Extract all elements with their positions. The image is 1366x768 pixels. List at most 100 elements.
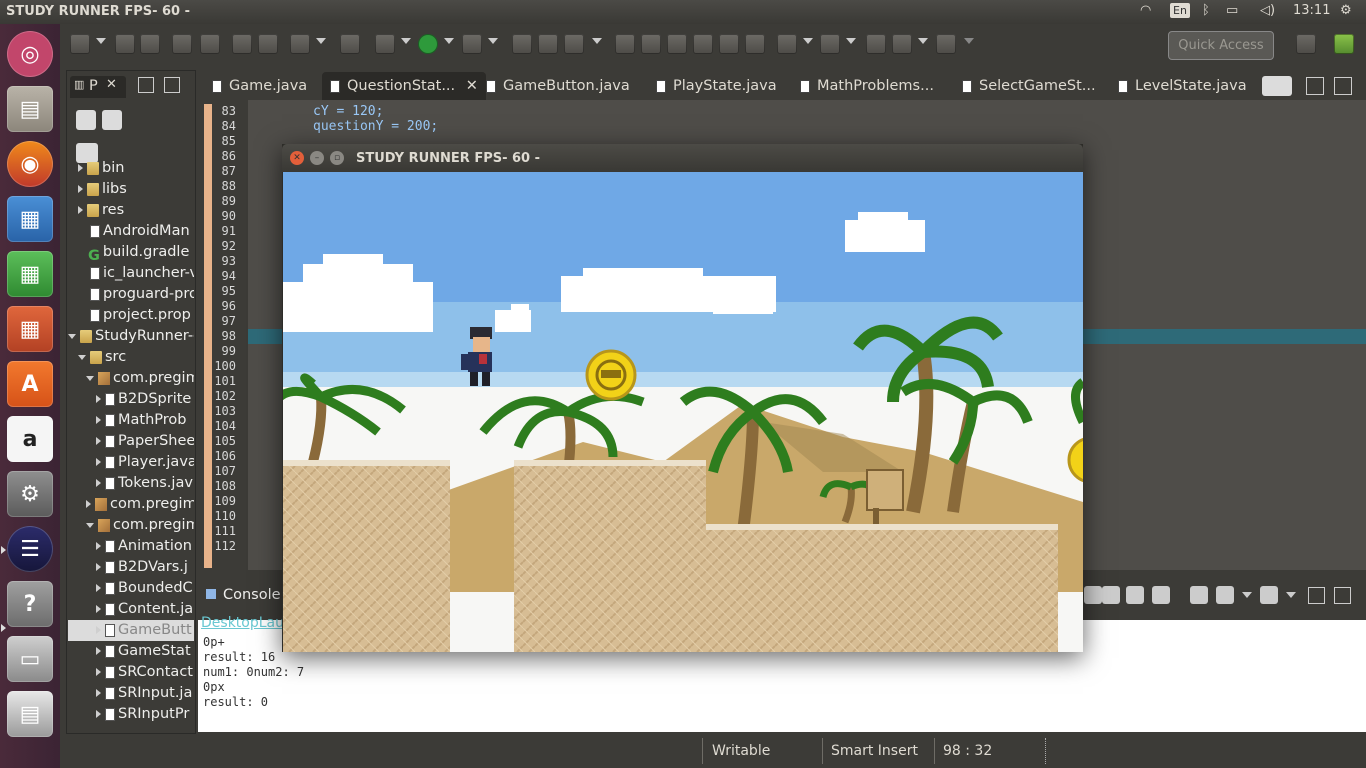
clock[interactable]: 13:11 (1293, 3, 1330, 18)
editor-tab[interactable]: QuestionStat... ✕ (322, 72, 486, 100)
tree-item[interactable]: com.pregim (68, 368, 194, 389)
bluetooth-icon[interactable]: ᛒ (1202, 3, 1210, 18)
chevron-right-icon[interactable] (96, 542, 101, 550)
maximize-editor-button[interactable] (1334, 77, 1352, 95)
editor-tab[interactable]: SelectGameSt... (954, 72, 1104, 100)
amazon-icon[interactable]: a (7, 416, 53, 462)
chevron-right-icon[interactable] (86, 500, 91, 508)
checklist-icon[interactable] (290, 34, 310, 54)
coin-token[interactable] (585, 349, 637, 401)
chevron-right-icon[interactable] (78, 164, 83, 172)
debug-icon[interactable] (375, 34, 395, 54)
back-arrow-icon[interactable] (892, 34, 912, 54)
view-menu-icon[interactable] (140, 110, 160, 130)
maximize-window-button[interactable]: ▫ (330, 151, 344, 165)
tree-item[interactable]: AndroidMan (68, 221, 194, 242)
tree-item[interactable]: GameStat (68, 641, 194, 662)
close-icon[interactable]: ✕ (106, 77, 117, 92)
settings-icon[interactable]: ⚙ (7, 471, 53, 517)
external-tools-icon[interactable] (462, 34, 482, 54)
display-console-icon[interactable] (1126, 586, 1144, 604)
tree-item[interactable]: Player.java (68, 452, 194, 473)
new-icon[interactable] (70, 34, 90, 54)
tree-item[interactable]: src (68, 347, 194, 368)
chevron-right-icon[interactable] (96, 584, 101, 592)
editor-tab[interactable]: MathProblems... (792, 72, 942, 100)
collapse-all-icon[interactable] (76, 110, 96, 130)
drive-icon[interactable]: ▭ (7, 636, 53, 682)
tree-item[interactable]: libs (68, 179, 194, 200)
tree-item[interactable]: B2DVars.j (68, 557, 194, 578)
search-icon[interactable] (615, 34, 635, 54)
keyboard-language-indicator[interactable]: En (1170, 3, 1190, 18)
chevron-down-icon[interactable] (964, 38, 974, 44)
chevron-down-icon[interactable] (1242, 592, 1252, 598)
minimize-editor-button[interactable] (1306, 77, 1324, 95)
chevron-down-icon[interactable] (86, 522, 94, 528)
tree-item[interactable]: Tokens.jav (68, 473, 194, 494)
forward-arrow-icon[interactable] (936, 34, 956, 54)
open-task-icon[interactable] (564, 34, 584, 54)
avd-manager-icon[interactable] (258, 34, 278, 54)
run-icon[interactable] (418, 34, 438, 54)
code-line[interactable]: cY = 120; (313, 104, 383, 119)
help-icon[interactable]: ? (7, 581, 53, 627)
chevron-right-icon[interactable] (96, 479, 101, 487)
chevron-right-icon[interactable] (96, 563, 101, 571)
chevron-down-icon[interactable] (444, 38, 454, 44)
tree-item[interactable]: Gbuild.gradle (68, 242, 194, 263)
clear-console-icon[interactable] (1152, 586, 1170, 604)
minimize-view-button[interactable] (138, 77, 154, 93)
console-launch-link[interactable]: DesktopLau (201, 615, 284, 631)
software-center-icon[interactable]: A (7, 361, 53, 407)
tree-item[interactable]: com.pregim (68, 515, 194, 536)
tree-item[interactable]: ic_launcher-v (68, 263, 194, 284)
pin-console-icon[interactable] (1102, 586, 1120, 604)
chevron-down-icon[interactable] (401, 38, 411, 44)
tree-item[interactable]: SRInput.ja (68, 683, 194, 704)
tree-item[interactable]: project.prop (68, 305, 194, 326)
android-perspective-icon[interactable] (1334, 34, 1354, 54)
tree-item[interactable]: StudyRunner-c (68, 326, 194, 347)
ubuntu-dash-icon[interactable]: ◎ (7, 31, 53, 77)
debug-config-icon[interactable] (172, 34, 192, 54)
show-source-icon[interactable] (745, 34, 765, 54)
whitespace-icon[interactable] (719, 34, 739, 54)
firefox-icon[interactable]: ◉ (7, 141, 53, 187)
tree-item[interactable]: bin (68, 158, 194, 179)
editor-tab[interactable]: GameButton.java (478, 72, 638, 100)
chevron-right-icon[interactable] (96, 710, 101, 718)
chevron-down-icon[interactable] (846, 38, 856, 44)
close-icon[interactable]: ✕ (461, 78, 478, 94)
mark-occurrences-icon[interactable] (641, 34, 661, 54)
chevron-right-icon[interactable] (96, 458, 101, 466)
tree-item[interactable]: BoundedC (68, 578, 194, 599)
editor-tab[interactable]: Game.java (204, 72, 315, 100)
tree-item[interactable]: PaperShee (68, 431, 194, 452)
console-tab[interactable]: Console (223, 587, 281, 603)
tree-item[interactable]: B2DSprite (68, 389, 194, 410)
battery-icon[interactable]: ▭ (1226, 3, 1238, 18)
tree-item[interactable]: SRInputPr (68, 704, 194, 725)
tree-item[interactable]: MathProb (68, 410, 194, 431)
chevron-right-icon[interactable] (96, 647, 101, 655)
tree-item[interactable]: com.pregim (68, 494, 194, 515)
volume-icon[interactable]: ◁) (1260, 3, 1275, 18)
chevron-down-icon[interactable] (316, 38, 326, 44)
tree-item[interactable]: proguard-pro (68, 284, 194, 305)
import-icon[interactable] (232, 34, 252, 54)
chevron-down-icon[interactable] (96, 38, 106, 44)
editor-tab[interactable]: LevelState.java (1110, 72, 1255, 100)
chevron-down-icon[interactable] (78, 354, 86, 360)
calc-icon[interactable]: ▦ (7, 251, 53, 297)
editor-tab[interactable]: PlayState.java (648, 72, 785, 100)
open-folder-icon[interactable] (538, 34, 558, 54)
chevron-right-icon[interactable] (96, 689, 101, 697)
game-canvas[interactable] (283, 172, 1083, 652)
minimize-window-button[interactable]: – (310, 151, 324, 165)
chevron-down-icon[interactable] (592, 38, 602, 44)
chevron-down-icon[interactable] (68, 333, 76, 339)
chevron-right-icon[interactable] (96, 668, 101, 676)
writer-icon[interactable]: ▦ (7, 196, 53, 242)
chevron-right-icon[interactable] (96, 416, 101, 424)
